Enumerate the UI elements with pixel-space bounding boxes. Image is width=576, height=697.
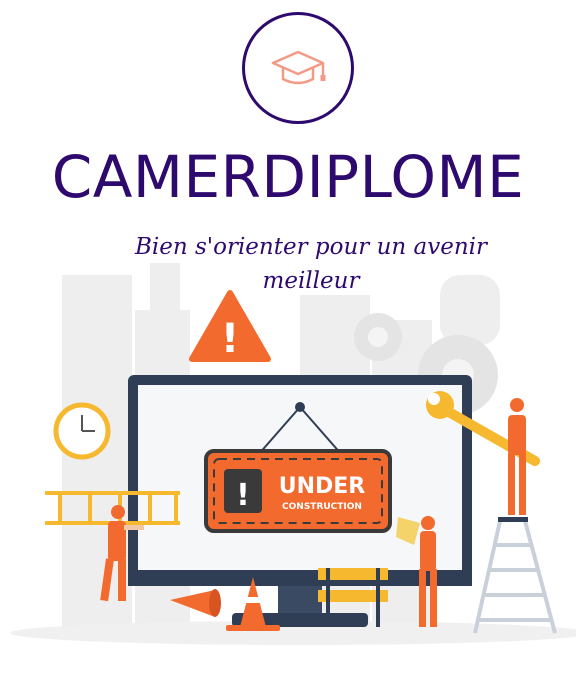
sign-exclamation: ! bbox=[236, 478, 250, 513]
sign-title: UNDER bbox=[279, 474, 366, 499]
warning-symbol: ! bbox=[221, 316, 239, 362]
sign-subtitle: CONSTRUCTION bbox=[282, 502, 362, 512]
graduation-cap-icon bbox=[271, 50, 326, 85]
brand-title: CAMERDIPLOME bbox=[51, 143, 525, 211]
warning-triangle-icon: ! bbox=[189, 290, 271, 362]
under-construction-illustration: ! ! UNDER CONSTRUCTION bbox=[10, 263, 576, 645]
clock-icon bbox=[53, 402, 111, 460]
worker-top-right bbox=[498, 398, 528, 522]
ladder-right bbox=[473, 520, 557, 634]
logo-circle bbox=[242, 12, 354, 124]
